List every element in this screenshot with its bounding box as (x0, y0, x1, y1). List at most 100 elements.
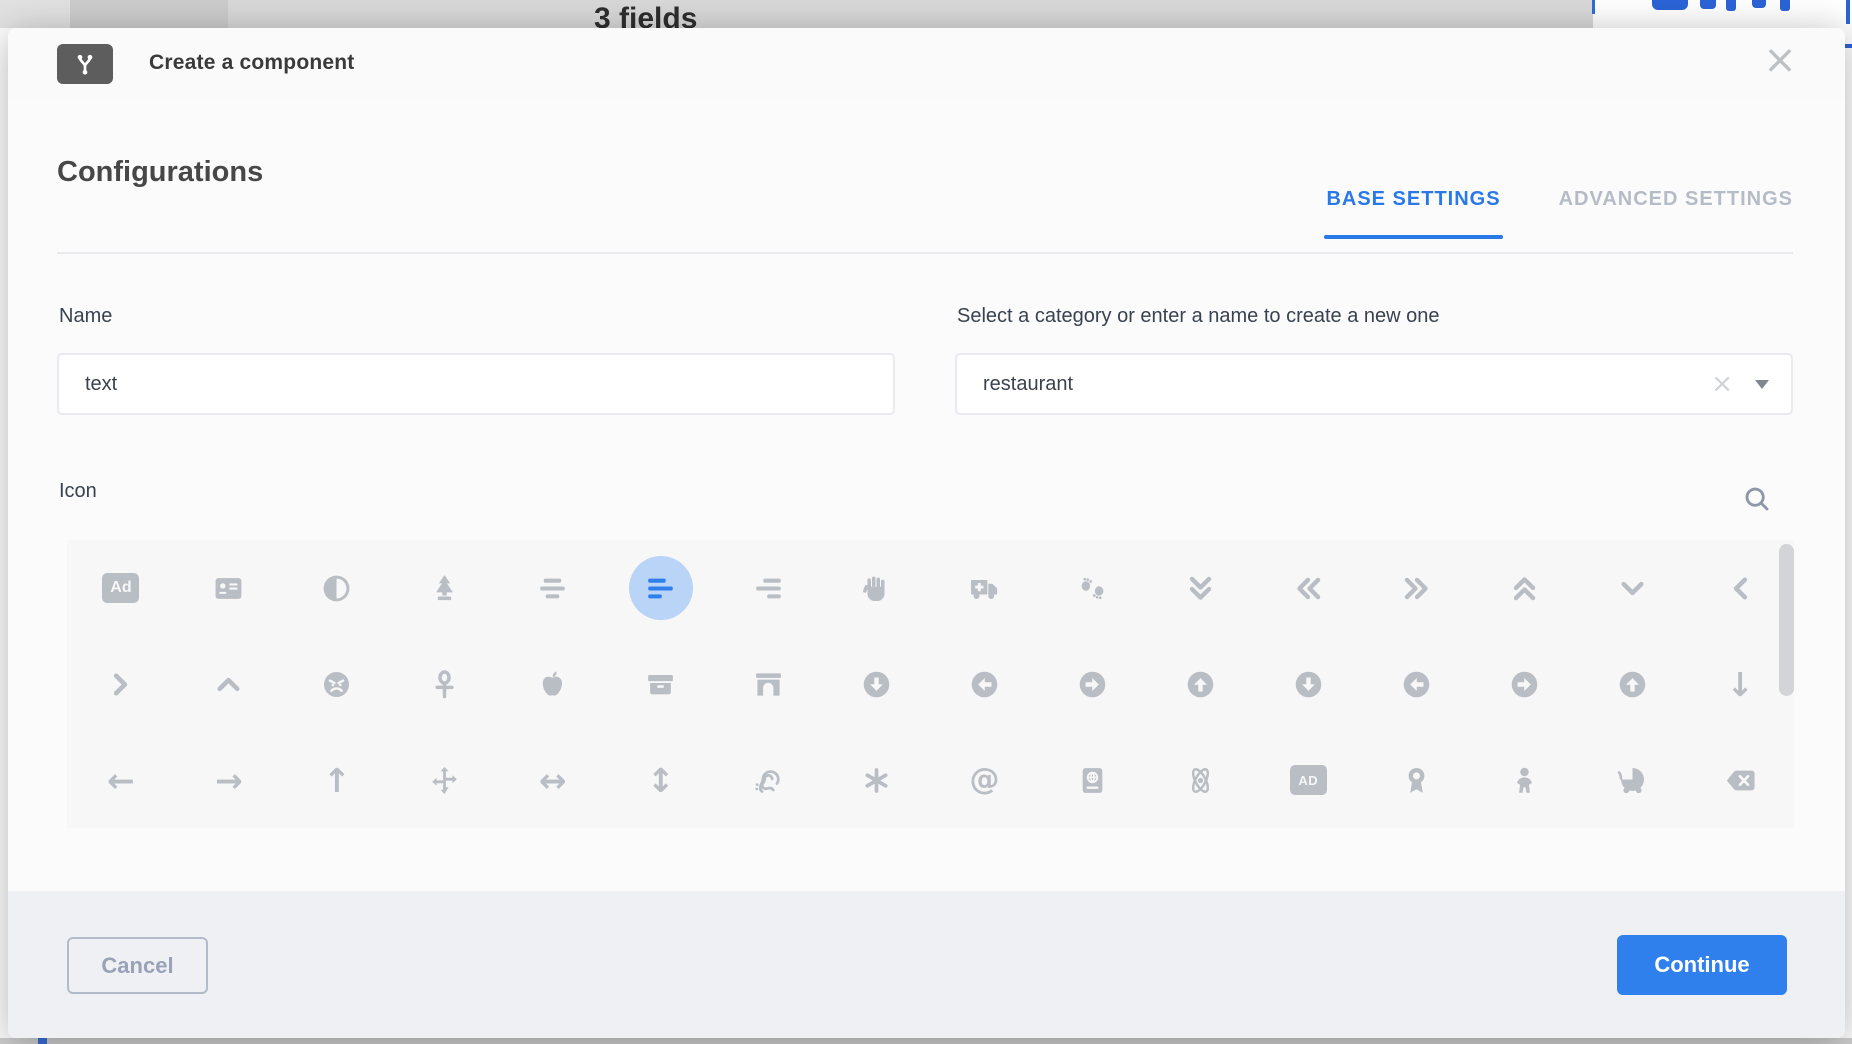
chevron-down-icon[interactable] (1755, 380, 1769, 389)
background-segment (0, 0, 70, 28)
continue-button[interactable]: Continue (1617, 935, 1787, 995)
modal-header: Create a component × (8, 28, 1845, 100)
icon-cell-baby[interactable] (1492, 748, 1556, 812)
icon-cell-archive[interactable] (629, 652, 693, 716)
icon-cell-angle-right[interactable] (89, 652, 153, 716)
adjust-icon (321, 573, 352, 604)
icon-cell-arrow-up[interactable]: ↑ (305, 748, 369, 812)
icon-cell-allergies[interactable] (845, 556, 909, 620)
search-icon (1742, 484, 1772, 514)
icon-cell-ambulance[interactable] (952, 556, 1016, 620)
icon-cell-address-card[interactable] (197, 556, 261, 620)
icon-cell-ad[interactable]: Ad (89, 556, 153, 620)
icon-cell-angle-double-right[interactable] (1384, 556, 1448, 620)
angle-down-icon (1617, 573, 1648, 604)
angle-double-right-icon (1401, 573, 1432, 604)
icon-cell-align-center[interactable] (521, 556, 585, 620)
icon-cell-arrow-left[interactable]: ← (89, 748, 153, 812)
angle-double-up-icon (1509, 573, 1540, 604)
icon-cell-arrows-alt[interactable] (413, 748, 477, 812)
icon-cell-arrows-alt-v[interactable]: ↕ (629, 748, 693, 812)
background-blue-text-fragment (1846, 0, 1850, 24)
configurations-heading: Configurations (57, 156, 263, 189)
cancel-button[interactable]: Cancel (67, 937, 208, 994)
allergies-icon (861, 573, 892, 604)
icon-cell-arrow-circle-up[interactable] (1600, 652, 1664, 716)
ankh-icon (429, 669, 460, 700)
arrow-circle-left-icon (1401, 669, 1432, 700)
icon-cell-arrow-down[interactable]: ↓ (1708, 652, 1772, 716)
arrow-circle-down-icon (1293, 669, 1324, 700)
icon-cell-align-right[interactable] (737, 556, 801, 620)
asterisk-icon (861, 765, 892, 796)
icon-cell-angle-double-left[interactable] (1276, 556, 1340, 620)
icon-cell-arrow-circle-down[interactable] (1276, 652, 1340, 716)
angle-double-left-icon (1293, 573, 1324, 604)
close-icon: × (1763, 40, 1797, 80)
background-blue-text-fragment (1726, 0, 1736, 11)
icon-cell-align-left[interactable] (629, 556, 693, 620)
icon-cell-arrow-circle-right[interactable] (1492, 652, 1556, 716)
modal-footer: Cancel Continue (8, 891, 1845, 1038)
icon-cell-american-sign-language-interpreting[interactable] (1060, 556, 1124, 620)
audio-description-icon: AD (1290, 765, 1327, 795)
icon-cell-angle-left[interactable] (1708, 556, 1772, 620)
arrow-alt-circle-down-icon (861, 669, 892, 700)
icon-cell-backspace[interactable] (1708, 748, 1772, 812)
icon-cell-angle-double-down[interactable] (1168, 556, 1232, 620)
icon-cell-archway[interactable] (737, 652, 801, 716)
tab-base-settings[interactable]: BASE SETTINGS (1326, 188, 1500, 231)
icon-cell-angle-up[interactable] (197, 652, 261, 716)
american-sign-language-interpreting-icon (1077, 573, 1108, 604)
tab-advanced-settings[interactable]: ADVANCED SETTINGS (1559, 188, 1793, 231)
name-label: Name (59, 305, 112, 328)
icon-cell-audio-description[interactable]: AD (1276, 748, 1340, 812)
icon-cell-arrows-alt-h[interactable]: ↔ (521, 748, 585, 812)
background-blue-fragment (38, 1038, 47, 1044)
icon-cell-atom[interactable] (1168, 748, 1232, 812)
icon-cell-adjust[interactable] (305, 556, 369, 620)
background-blue-text-fragment (1700, 0, 1716, 9)
icon-cell-award[interactable] (1384, 748, 1448, 812)
arrow-up-icon: ↑ (323, 764, 351, 797)
address-card-icon (213, 573, 244, 604)
search-button[interactable] (1742, 484, 1778, 520)
icon-cell-atlas[interactable] (1060, 748, 1124, 812)
icon-cell-arrow-circle-left[interactable] (1384, 652, 1448, 716)
arrows-alt-v-icon: ↕ (647, 764, 675, 797)
background-blue-text-fragment (1780, 0, 1790, 11)
icon-cell-at[interactable]: @ (952, 748, 1016, 812)
name-input[interactable] (59, 373, 865, 396)
angle-double-down-icon (1185, 573, 1216, 604)
icon-cell-arrow-alt-circle-up[interactable] (1168, 652, 1232, 716)
category-select[interactable]: restaurant × (955, 353, 1793, 415)
icon-cell-arrow-alt-circle-right[interactable] (1060, 652, 1124, 716)
align-left-icon (645, 573, 676, 604)
icon-cell-angle-down[interactable] (1600, 556, 1664, 620)
scrollbar-thumb[interactable] (1779, 544, 1794, 696)
clear-icon[interactable]: × (1711, 371, 1733, 397)
category-label: Select a category or enter a name to cre… (957, 305, 1440, 328)
icon-cell-ankh[interactable] (413, 652, 477, 716)
modal-title: Create a component (149, 51, 354, 75)
settings-tabs: BASE SETTINGS ADVANCED SETTINGS (1326, 188, 1793, 231)
icon-cell-angle-double-up[interactable] (1492, 556, 1556, 620)
icon-grid: Ad ↓ ← → ↑ ↔ ↕ @ AD (67, 540, 1794, 828)
icon-cell-arrow-alt-circle-down[interactable] (845, 652, 909, 716)
icon-cell-arrow-right[interactable]: → (197, 748, 261, 812)
icon-cell-assistive-listening-systems[interactable] (737, 748, 801, 812)
icon-cell-apple-alt[interactable] (521, 652, 585, 716)
angry-icon (321, 669, 352, 700)
icon-cell-air-freshener[interactable] (413, 556, 477, 620)
icon-cell-baby-carriage[interactable] (1600, 748, 1664, 812)
icon-cell-angry[interactable] (305, 652, 369, 716)
apple-alt-icon (537, 669, 568, 700)
atom-icon (1185, 765, 1216, 796)
align-right-icon (753, 573, 784, 604)
assistive-listening-systems-icon (753, 765, 784, 796)
section-divider (57, 252, 1793, 254)
background-blue-fragment (1845, 44, 1852, 48)
icon-cell-arrow-alt-circle-left[interactable] (952, 652, 1016, 716)
icon-cell-asterisk[interactable] (845, 748, 909, 812)
close-button[interactable]: × (1756, 36, 1804, 84)
